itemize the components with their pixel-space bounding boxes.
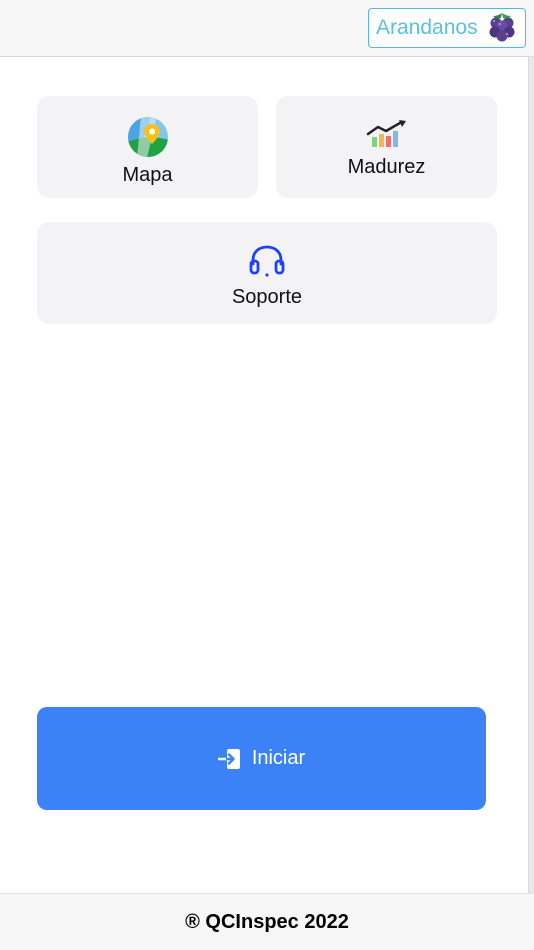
iniciar-label: Iniciar bbox=[251, 747, 306, 769]
sign-in-icon bbox=[217, 748, 240, 769]
crop-selector-label: Arandanos bbox=[376, 16, 478, 39]
headset-icon bbox=[249, 245, 285, 277]
iniciar-button-content: Iniciar bbox=[217, 747, 306, 771]
copyright-text: ® QCInspec 2022 bbox=[185, 910, 349, 933]
crop-selector-button[interactable]: Arandanos bbox=[368, 8, 526, 48]
soporte-label: Soporte bbox=[231, 286, 303, 308]
top-bar: Arandanos bbox=[0, 0, 534, 57]
blueberry-icon bbox=[489, 13, 515, 42]
iniciar-button[interactable]: Iniciar bbox=[37, 707, 486, 810]
mapa-card[interactable]: Mapa bbox=[37, 96, 258, 198]
madurez-label: Madurez bbox=[347, 156, 426, 178]
mapa-label: Mapa bbox=[122, 164, 173, 186]
soporte-card[interactable]: Soporte bbox=[37, 222, 497, 324]
map-pin-icon bbox=[127, 117, 168, 157]
madurez-card[interactable]: Madurez bbox=[276, 96, 497, 198]
chart-trend-icon bbox=[366, 120, 406, 147]
scrollbar[interactable] bbox=[528, 57, 534, 893]
footer: ® QCInspec 2022 bbox=[0, 893, 534, 950]
